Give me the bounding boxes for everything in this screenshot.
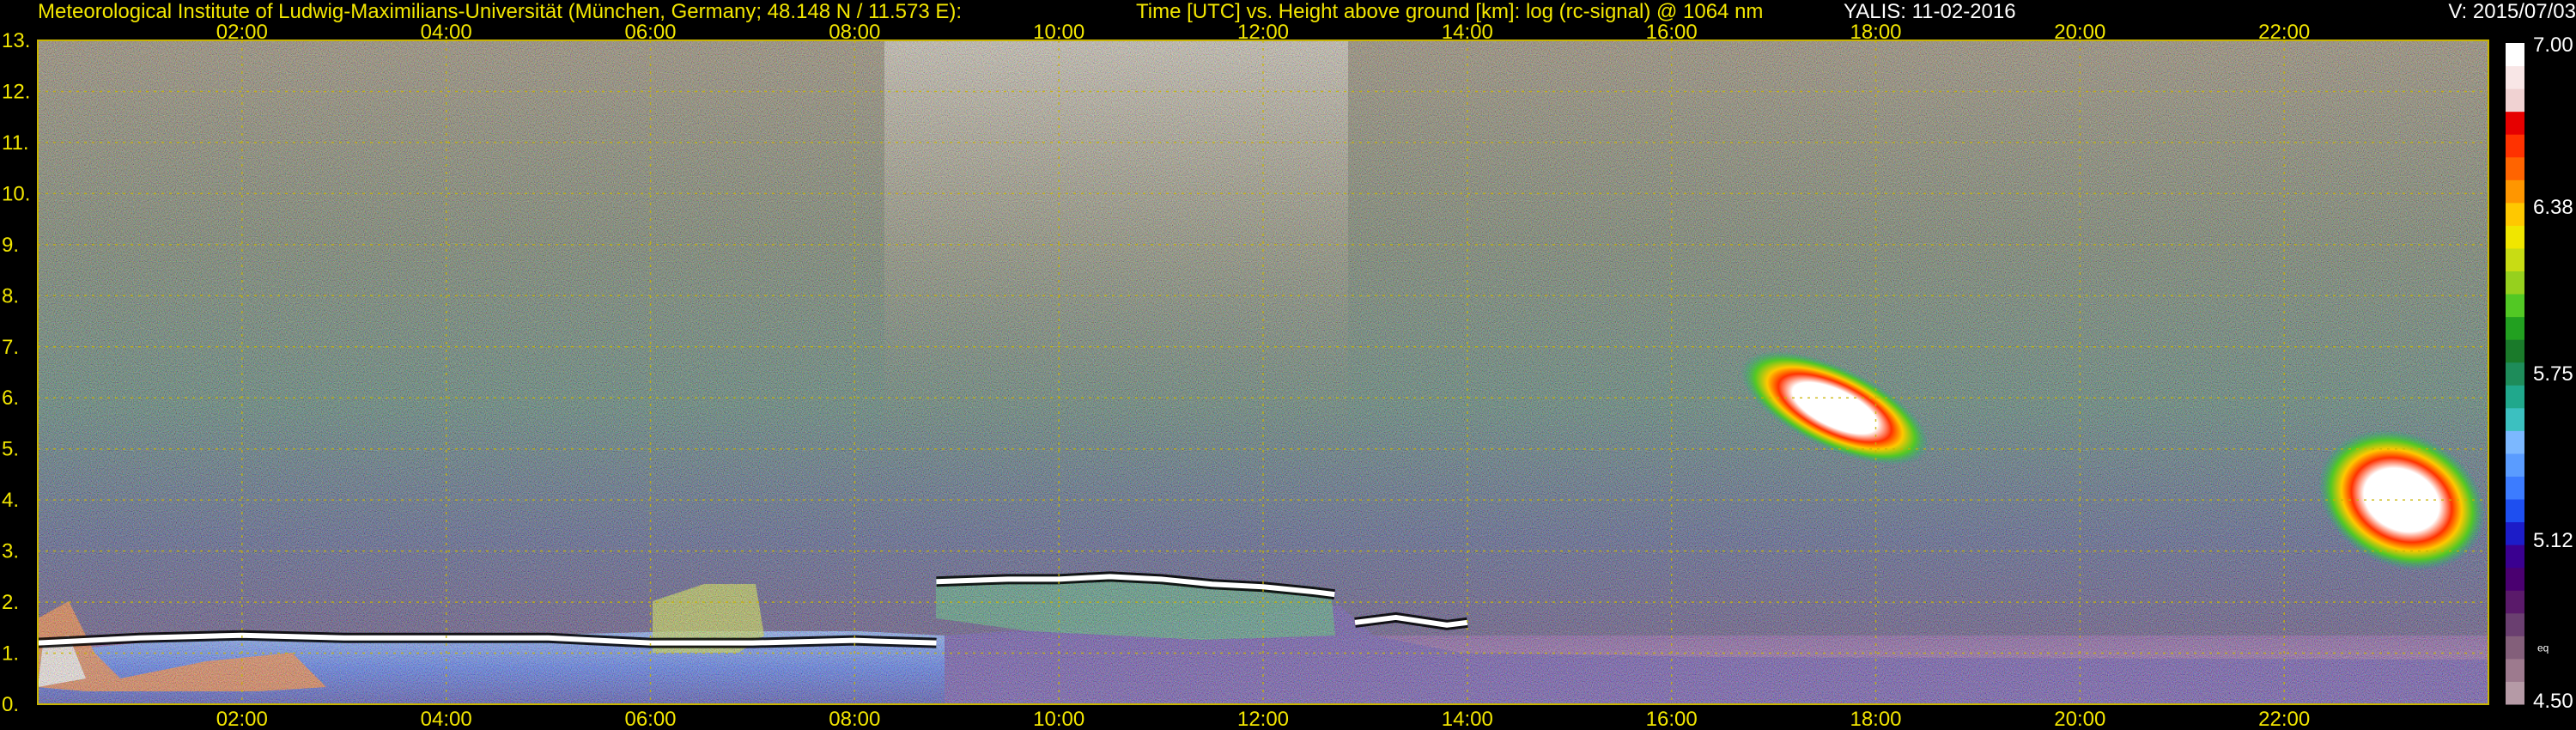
colorbar-segment bbox=[2506, 430, 2524, 454]
y-tick-label: 9. bbox=[2, 234, 19, 257]
y-tick-label: 6. bbox=[2, 386, 19, 410]
y-tick-label: 11. bbox=[2, 131, 29, 155]
x-tick-label-top: 02:00 bbox=[216, 21, 268, 44]
y-tick-label: 10. bbox=[2, 182, 30, 205]
x-tick-label-bottom: 16:00 bbox=[1646, 708, 1698, 730]
y-tick-label: 1. bbox=[2, 642, 19, 666]
colorbar-segment bbox=[2506, 407, 2524, 431]
colorbar-segment bbox=[2506, 271, 2524, 295]
colorbar-segment bbox=[2506, 590, 2524, 614]
colorbar-segment bbox=[2506, 362, 2524, 386]
x-tick-label-bottom: 06:00 bbox=[624, 708, 676, 730]
x-tick-label-bottom: 04:00 bbox=[421, 708, 472, 730]
colorbar-segment bbox=[2506, 385, 2524, 409]
x-tick-label-top: 18:00 bbox=[1850, 21, 1901, 44]
colorbar-extra-label: eq bbox=[2537, 642, 2549, 654]
x-tick-label-bottom: 22:00 bbox=[2258, 708, 2310, 730]
instrument-date-label: YALIS: 11-02-2016 bbox=[1844, 0, 2016, 23]
x-tick-label-top: 14:00 bbox=[1442, 21, 1493, 44]
colorbar-segment bbox=[2506, 134, 2524, 158]
colorbar-segment bbox=[2506, 658, 2524, 682]
x-tick-label-top: 12:00 bbox=[1237, 21, 1289, 44]
x-tick-label-bottom: 12:00 bbox=[1237, 708, 1289, 730]
colorbar-segment bbox=[2506, 612, 2524, 636]
colorbar-segment bbox=[2506, 156, 2524, 180]
x-tick-label-top: 16:00 bbox=[1646, 21, 1698, 44]
chart-title: Time [UTC] vs. Height above ground [km]:… bbox=[1136, 0, 1764, 23]
colorbar-tick-label: 5.75 bbox=[2533, 362, 2573, 386]
y-tick-label: 13. bbox=[2, 29, 30, 52]
y-tick-label: 2. bbox=[2, 591, 19, 614]
colorbar-segment bbox=[2506, 65, 2524, 89]
colorbar-segment bbox=[2506, 499, 2524, 523]
x-tick-label-bottom: 20:00 bbox=[2054, 708, 2105, 730]
colorbar-segment bbox=[2506, 247, 2524, 272]
x-tick-label-bottom: 18:00 bbox=[1850, 708, 1901, 730]
y-tick-label: 5. bbox=[2, 438, 19, 461]
colorbar-tick-label: 6.38 bbox=[2533, 196, 2573, 219]
version-label: V: 2015/07/03 bbox=[2448, 0, 2576, 23]
colorbar-segment bbox=[2506, 43, 2524, 67]
colorbar-segment bbox=[2506, 521, 2524, 545]
colorbar-segment bbox=[2506, 88, 2524, 113]
x-tick-label-top: 22:00 bbox=[2258, 21, 2310, 44]
colorbar-segment bbox=[2506, 294, 2524, 318]
colorbar-segment bbox=[2506, 636, 2524, 660]
colorbar-segment bbox=[2506, 111, 2524, 135]
institute-label: Meteorological Institute of Ludwig-Maxim… bbox=[38, 0, 963, 23]
y-tick-label: 7. bbox=[2, 336, 19, 359]
x-tick-label-bottom: 14:00 bbox=[1442, 708, 1493, 730]
x-tick-label-bottom: 10:00 bbox=[1033, 708, 1084, 730]
x-tick-label-bottom: 08:00 bbox=[829, 708, 880, 730]
colorbar-tick-label: 4.50 bbox=[2533, 690, 2573, 713]
x-tick-label-top: 04:00 bbox=[421, 21, 472, 44]
colorbar: 7.00 6.38 5.75 5.12 4.50 eq bbox=[2506, 33, 2573, 713]
x-tick-label-bottom: 02:00 bbox=[216, 708, 268, 730]
colorbar-segment bbox=[2506, 316, 2524, 340]
y-tick-label: 12. bbox=[2, 80, 30, 103]
y-tick-label: 8. bbox=[2, 284, 19, 307]
x-tick-label-top: 20:00 bbox=[2054, 21, 2105, 44]
colorbar-segment bbox=[2506, 681, 2524, 705]
colorbar-segment bbox=[2506, 453, 2524, 477]
x-tick-label-top: 10:00 bbox=[1033, 21, 1084, 44]
x-tick-label-top: 08:00 bbox=[829, 21, 880, 44]
colorbar-segment bbox=[2506, 476, 2524, 500]
colorbar-tick-label: 5.12 bbox=[2533, 529, 2573, 552]
colorbar-segment bbox=[2506, 202, 2524, 226]
y-tick-label: 3. bbox=[2, 540, 19, 563]
lidar-figure: 0. 1. 2. 3. 4. 5. 6. 7. 8. 9. 10. 11. 12. 13. 02:00 02:… bbox=[2, 21, 2573, 730]
colorbar-tick-label: 7.00 bbox=[2533, 33, 2573, 57]
colorbar-segment bbox=[2506, 567, 2524, 591]
x-tick-label-top: 06:00 bbox=[624, 21, 676, 44]
y-tick-label: 4. bbox=[2, 489, 19, 512]
colorbar-segment bbox=[2506, 339, 2524, 363]
colorbar-segment bbox=[2506, 179, 2524, 204]
colorbar-segment bbox=[2506, 544, 2524, 569]
colorbar-segment bbox=[2506, 225, 2524, 249]
y-tick-label: 0. bbox=[2, 693, 19, 716]
